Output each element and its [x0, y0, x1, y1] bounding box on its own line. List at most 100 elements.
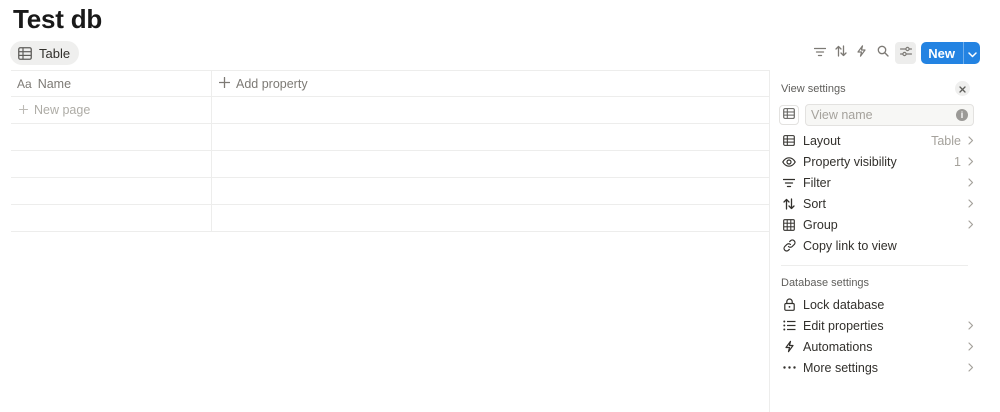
menu-item-label: Property visibility [803, 154, 897, 169]
view-settings-menu: Layout Table Property visibility 1 Filte… [777, 130, 976, 256]
table-row [11, 178, 769, 205]
menu-item-copy-link[interactable]: Copy link to view [777, 235, 976, 256]
new-page-label: New page [34, 103, 91, 117]
info-icon[interactable]: i [956, 109, 968, 121]
link-icon [782, 239, 796, 252]
view-name-placeholder: View name [811, 108, 873, 122]
new-button: New [921, 42, 980, 64]
table-cell[interactable] [212, 97, 769, 123]
settings-sliders-icon [899, 44, 912, 62]
chevron-right-icon [966, 157, 976, 166]
menu-item-label: Edit properties [803, 318, 884, 333]
database-settings-title: Database settings [781, 277, 870, 289]
sort-icon [835, 44, 847, 62]
menu-item-group[interactable]: Group [777, 214, 976, 235]
menu-item-lock-database[interactable]: Lock database [777, 294, 976, 315]
table-cell[interactable] [11, 151, 212, 177]
table-row [11, 205, 769, 232]
panel-header: View settings [781, 81, 974, 96]
filter-icon [782, 178, 796, 188]
page-title[interactable]: Test db [13, 4, 102, 35]
chevron-right-icon [966, 199, 976, 208]
table-icon [783, 106, 795, 124]
search-button[interactable] [872, 42, 893, 64]
menu-item-property-visibility[interactable]: Property visibility 1 [777, 151, 976, 172]
menu-item-value: 1 [954, 154, 961, 169]
close-icon [959, 80, 966, 98]
menu-item-label: Group [803, 217, 838, 232]
menu-item-label: Filter [803, 175, 831, 190]
lightning-icon [782, 340, 796, 353]
view-name-row: View name i [779, 104, 974, 126]
database-page: Test db Table New Aa Name Add property N… [0, 0, 1000, 412]
chevron-right-icon [966, 321, 976, 330]
new-button-main[interactable]: New [921, 42, 963, 64]
search-icon [877, 44, 889, 62]
more-icon [782, 366, 796, 369]
filter-icon [813, 44, 826, 62]
table-icon [782, 135, 796, 146]
sort-button[interactable] [830, 42, 851, 64]
lightning-icon [857, 44, 866, 62]
new-dropdown-button[interactable] [963, 42, 980, 64]
menu-item-label: Lock database [803, 297, 885, 312]
new-page-button[interactable]: New page [11, 97, 212, 123]
plus-icon [18, 103, 29, 117]
view-tab-table[interactable]: Table [10, 41, 80, 65]
menu-item-automations[interactable]: Automations [777, 336, 976, 357]
menu-item-label: Sort [803, 196, 826, 211]
menu-item-label: Automations [803, 339, 873, 354]
table-cell[interactable] [11, 205, 212, 231]
group-icon [782, 218, 796, 231]
menu-item-filter[interactable]: Filter [777, 172, 976, 193]
table-cell[interactable] [212, 205, 769, 231]
table-header: Aa Name Add property [11, 70, 769, 97]
database-toolbar: New [809, 42, 980, 64]
table-row [11, 151, 769, 178]
column-name-label: Name [37, 76, 72, 91]
text-property-icon: Aa [17, 76, 32, 91]
menu-item-layout[interactable]: Layout Table [777, 130, 976, 151]
list-icon [782, 320, 796, 331]
eye-icon [782, 156, 796, 167]
column-header-name[interactable]: Aa Name [11, 71, 212, 96]
chevron-right-icon [966, 220, 976, 229]
sort-icon [782, 197, 796, 210]
panel-divider [781, 265, 968, 266]
add-property-label: Add property [236, 76, 308, 91]
panel-title: View settings [781, 82, 846, 95]
table-cell[interactable] [11, 178, 212, 204]
table-row: New page [11, 97, 769, 124]
view-tab-label: Table [39, 45, 71, 61]
table-cell[interactable] [212, 151, 769, 177]
add-property-button[interactable]: Add property [212, 71, 308, 96]
view-icon-picker[interactable] [779, 105, 799, 125]
menu-item-label: Layout [803, 133, 841, 148]
chevron-right-icon [966, 342, 976, 351]
chevron-right-icon [966, 136, 976, 145]
view-settings-panel: View settings View name i Layout Table P… [769, 70, 984, 412]
menu-item-sort[interactable]: Sort [777, 193, 976, 214]
view-name-input[interactable]: View name i [805, 104, 974, 126]
table-cell[interactable] [212, 178, 769, 204]
table-row [11, 124, 769, 151]
menu-item-label: More settings [803, 360, 879, 375]
view-settings-button[interactable] [895, 42, 917, 64]
table-icon [18, 46, 32, 60]
table-cell[interactable] [212, 124, 769, 150]
plus-icon [218, 76, 231, 91]
filter-button[interactable] [809, 42, 830, 64]
table-cell[interactable] [11, 124, 212, 150]
chevron-down-icon [967, 46, 977, 61]
menu-item-more-settings[interactable]: More settings [777, 357, 976, 378]
chevron-right-icon [966, 363, 976, 372]
database-table: Aa Name Add property New page [11, 70, 769, 232]
chevron-right-icon [966, 178, 976, 187]
database-settings-menu: Lock database Edit properties Automation… [777, 294, 976, 378]
close-button[interactable] [955, 81, 970, 96]
menu-item-value: Table [931, 133, 961, 148]
menu-item-edit-properties[interactable]: Edit properties [777, 315, 976, 336]
lock-icon [782, 298, 796, 311]
menu-item-label: Copy link to view [803, 238, 897, 253]
automations-button[interactable] [851, 42, 872, 64]
